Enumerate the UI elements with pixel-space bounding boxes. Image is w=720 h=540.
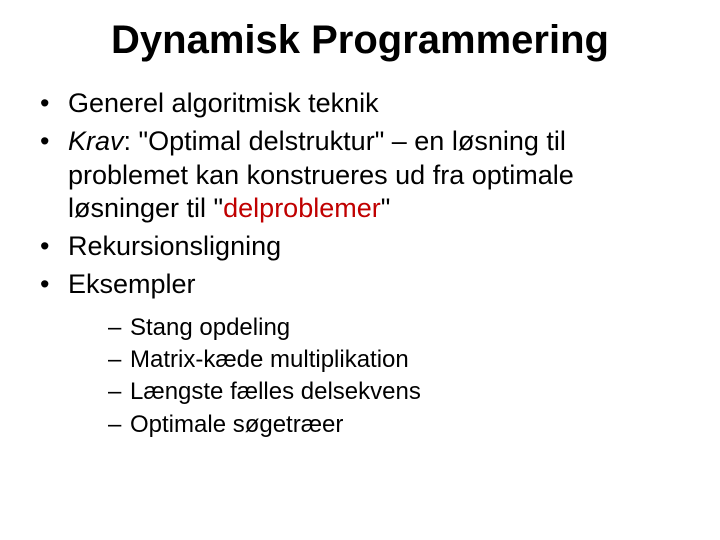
slide: Dynamisk Programmering Generel algoritmi… xyxy=(0,0,720,540)
sub-bullet-text: Stang opdeling xyxy=(130,314,290,341)
bullet-text: Generel algoritmisk teknik xyxy=(68,88,379,118)
slide-title: Dynamisk Programmering xyxy=(40,18,680,63)
sub-bullet-item: Optimale søgetræer xyxy=(108,409,680,441)
sub-bullet-item: Stang opdeling xyxy=(108,312,680,344)
highlight-delproblemer: delproblemer xyxy=(223,193,381,223)
sub-bullet-item: Længste fælles delsekvens xyxy=(108,376,680,408)
bullet-item: Krav: "Optimal delstruktur" – en løsning… xyxy=(40,125,680,226)
sub-bullet-text: Længste fælles delsekvens xyxy=(130,378,421,405)
bullet-item: Generel algoritmisk teknik xyxy=(40,87,680,121)
bullet-text: Rekursionsligning xyxy=(68,231,281,261)
bullet-item: Rekursionsligning xyxy=(40,230,680,264)
bullet-label-krav: Krav xyxy=(68,126,124,156)
sub-bullet-list: Stang opdeling Matrix-kæde multiplikatio… xyxy=(68,312,680,442)
sub-bullet-text: Matrix-kæde multiplikation xyxy=(130,346,409,373)
bullet-list: Generel algoritmisk teknik Krav: "Optima… xyxy=(40,87,680,441)
sub-bullet-text: Optimale søgetræer xyxy=(130,411,343,438)
bullet-item: Eksempler Stang opdeling Matrix-kæde mul… xyxy=(40,268,680,441)
sub-bullet-item: Matrix-kæde multiplikation xyxy=(108,344,680,376)
bullet-text: Eksempler xyxy=(68,269,196,299)
bullet-text: " xyxy=(381,193,391,223)
